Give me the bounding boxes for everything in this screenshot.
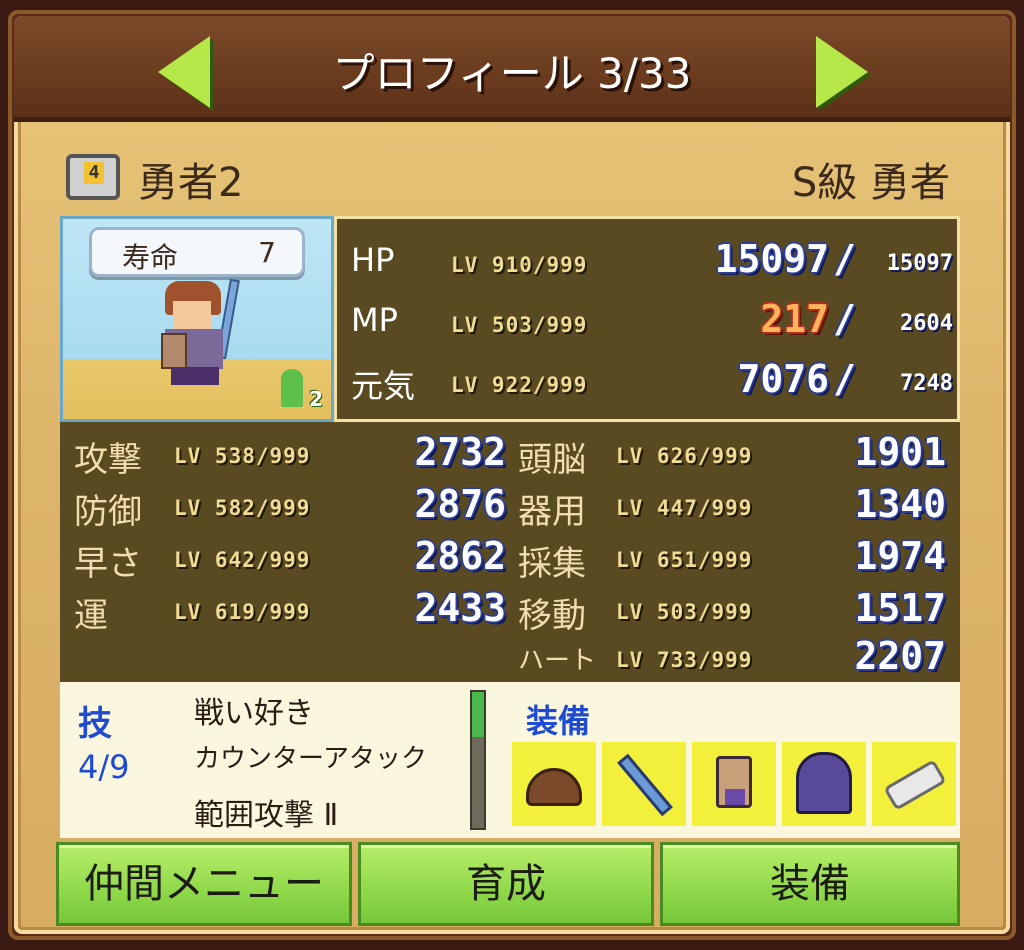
life-label: 寿命: [122, 241, 179, 274]
defense-label: 防御: [74, 492, 142, 532]
gathering-label: 採集: [518, 544, 586, 584]
speed-value: 2862: [414, 534, 506, 578]
energy-slash: /: [833, 357, 856, 401]
mp-slash: /: [833, 297, 856, 341]
energy-current: 7076: [737, 357, 829, 401]
intellect-value: 1901: [854, 430, 946, 474]
page-title: プロフィール 3/33: [332, 49, 692, 98]
stats-panel: 攻撃 LV 538/999 2732 防御 LV 582/999 2876 早さ…: [60, 422, 960, 682]
boots-icon: [883, 759, 947, 811]
right-arrow-icon[interactable]: [816, 36, 868, 108]
hp-current: 15097: [714, 237, 829, 281]
gathering-value: 1974: [854, 534, 946, 578]
unit-name: 勇者2: [138, 160, 244, 206]
mp-label: MP: [351, 301, 398, 339]
attack-level: LV 538/999: [174, 444, 311, 468]
intellect-level: LV 626/999: [616, 444, 753, 468]
skills-equipment-panel: 技 4/9 戦い好き カウンターアタック 範囲攻撃 Ⅱ 装備: [60, 682, 960, 838]
heart-label: ハート: [518, 646, 597, 676]
train-button[interactable]: 育成: [358, 842, 654, 926]
equip-slot-cloak[interactable]: [782, 742, 866, 826]
dexterity-value: 1340: [854, 482, 946, 526]
cloak-icon: [796, 752, 852, 814]
hp-max: 15097: [886, 251, 953, 276]
skill-item[interactable]: 戦い好き: [194, 688, 314, 732]
heart-level: LV 733/999: [616, 648, 753, 672]
party-menu-button[interactable]: 仲間メニュー: [56, 842, 352, 926]
hp-label: HP: [351, 241, 395, 279]
mp-current: 217: [760, 297, 829, 341]
movement-label: 移動: [518, 596, 586, 636]
hero-sprite-icon: [155, 278, 251, 389]
left-arrow-icon[interactable]: [158, 36, 210, 108]
luck-value: 2433: [414, 586, 506, 630]
energy-max: 7248: [900, 371, 953, 396]
gathering-level: LV 651/999: [616, 548, 753, 572]
speed-level: LV 642/999: [174, 548, 311, 572]
heart-value: 2207: [854, 634, 946, 678]
life-badge: 寿命 7: [89, 227, 305, 277]
attack-label: 攻撃: [74, 440, 142, 480]
unit-name-row: 勇者2 S級 勇者: [60, 148, 960, 206]
dexterity-level: LV 447/999: [616, 496, 753, 520]
party-member-icon: 2: [279, 367, 323, 411]
movement-value: 1517: [854, 586, 946, 630]
defense-level: LV 582/999: [174, 496, 311, 520]
skills-scroll-thumb[interactable]: [472, 692, 484, 737]
character-portrait: 寿命 7 2: [60, 216, 334, 422]
skill-item[interactable]: 範囲攻撃 Ⅱ: [194, 790, 338, 834]
mp-max: 2604: [900, 311, 953, 336]
party-count: 2: [309, 387, 323, 411]
equip-slot-weapon[interactable]: [602, 742, 686, 826]
equip-slot-accessory[interactable]: [872, 742, 956, 826]
unit-class: S級 勇者: [791, 160, 950, 206]
energy-level: LV 922/999: [451, 373, 588, 397]
luck-label: 運: [74, 596, 108, 636]
movement-level: LV 503/999: [616, 600, 753, 624]
skill-item[interactable]: カウンターアタック: [194, 738, 427, 775]
sword-icon: [617, 753, 673, 817]
dexterity-label: 器用: [518, 492, 586, 532]
attack-value: 2732: [414, 430, 506, 474]
luck-level: LV 619/999: [174, 600, 311, 624]
equip-slot-armor[interactable]: [692, 742, 776, 826]
bag-icon: [66, 154, 120, 200]
skills-count: 4/9: [78, 748, 130, 786]
helmet-icon: [526, 768, 582, 806]
life-value: 7: [258, 236, 276, 269]
energy-label: 元気: [351, 367, 416, 405]
equip-slot-helmet[interactable]: [512, 742, 596, 826]
mp-level: LV 503/999: [451, 313, 588, 337]
intellect-label: 頭脳: [518, 440, 586, 480]
equipment-title: 装備: [526, 702, 591, 740]
vitals-panel: HP LV 910/999 15097 / 15097 MP LV 503/99…: [334, 216, 960, 422]
skills-title: 技: [78, 704, 112, 744]
equip-button[interactable]: 装備: [660, 842, 960, 926]
speed-label: 早さ: [74, 544, 142, 584]
hp-slash: /: [833, 237, 856, 281]
skills-scrollbar[interactable]: [470, 690, 486, 830]
armor-icon: [716, 756, 752, 808]
defense-value: 2876: [414, 482, 506, 526]
hp-level: LV 910/999: [451, 253, 588, 277]
